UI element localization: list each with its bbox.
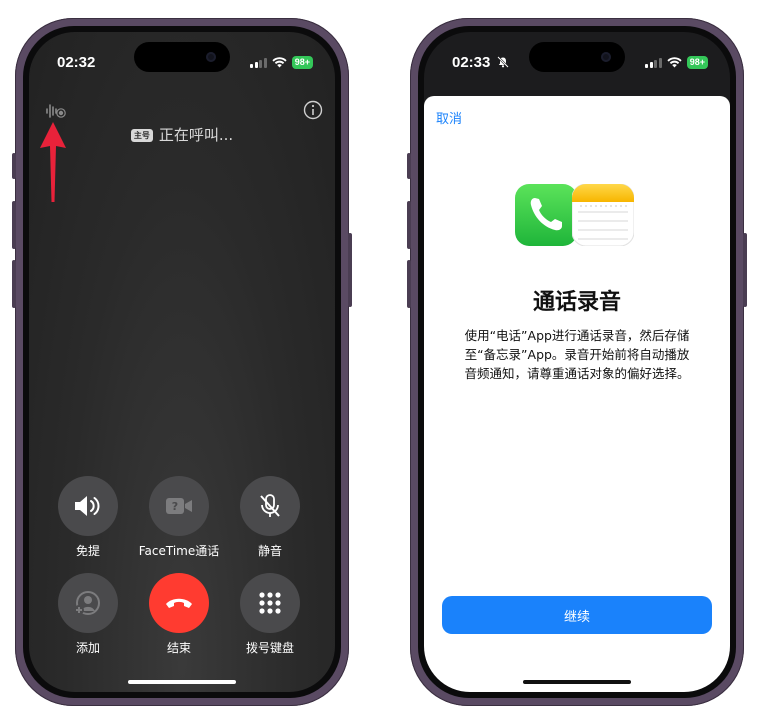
facetime-button[interactable]: ?	[149, 476, 209, 536]
power-button	[348, 233, 352, 307]
keypad-button[interactable]	[240, 573, 300, 633]
phone-right: 02:33 98+ 取消 通话录音 使用“电话”App进行通话录音，然后存储 至…	[407, 18, 747, 706]
add-call-icon	[74, 591, 100, 615]
speaker-icon	[75, 496, 100, 516]
end-call-button[interactable]	[149, 573, 209, 633]
home-indicator[interactable]	[523, 680, 631, 684]
recording-consent-screen: 02:33 98+ 取消 通话录音 使用“电话”App进行通话录音，然后存储 至…	[424, 32, 730, 692]
volume-up-button	[407, 201, 411, 249]
status-time: 02:32	[57, 54, 96, 71]
speaker-label: 免提	[75, 544, 100, 558]
signal-icon	[250, 57, 267, 68]
status-bar: 02:32 98+	[29, 54, 335, 74]
recording-waveform-icon[interactable]	[45, 102, 67, 120]
mute-button[interactable]	[240, 476, 300, 536]
end-call-icon	[166, 598, 192, 608]
end-call-label: 结束	[166, 641, 191, 655]
phone-left: 02:32 98+ 主号 正在呼叫... 免提 ? FaceTime通话 静音 …	[12, 18, 352, 706]
calling-text: 正在呼叫...	[158, 126, 234, 144]
wifi-icon	[272, 57, 287, 68]
volume-up-button	[12, 201, 16, 249]
power-button	[743, 233, 747, 307]
caller-status: 主号 正在呼叫...	[29, 124, 335, 145]
battery-indicator: 98+	[291, 56, 313, 69]
status-bar: 02:33 98+	[424, 54, 730, 74]
home-indicator[interactable]	[128, 680, 236, 684]
app-icons	[424, 184, 730, 248]
keypad-icon	[259, 592, 281, 614]
phone-app-icon	[515, 184, 577, 246]
battery-indicator: 98+	[686, 56, 708, 69]
volume-down-button	[12, 260, 16, 308]
sheet-title: 通话录音	[532, 290, 621, 315]
info-icon[interactable]	[303, 100, 323, 120]
description-line-2: 至“备忘录”App。录音开始前将自动播放	[464, 347, 690, 362]
consent-sheet: 取消 通话录音 使用“电话”App进行通话录音，然后存储 至“备忘录”App。录…	[424, 96, 730, 692]
cancel-button[interactable]: 取消	[436, 108, 462, 127]
action-button	[407, 153, 411, 179]
status-time: 02:33	[452, 54, 509, 71]
sheet-description: 使用“电话”App进行通话录音，然后存储 至“备忘录”App。录音开始前将自动播…	[452, 326, 702, 383]
mute-icon	[260, 494, 280, 517]
add-call-label: 添加	[75, 641, 100, 655]
status-time-text: 02:33	[452, 54, 491, 71]
continue-button[interactable]: 继续	[442, 596, 712, 634]
volume-down-button	[407, 260, 411, 308]
description-line-3: 音频通知，请尊重通话对象的偏好选择。	[464, 366, 690, 381]
speaker-button[interactable]	[58, 476, 118, 536]
action-button	[12, 153, 16, 179]
mute-label: 静音	[257, 544, 282, 558]
sim-badge: 主号	[130, 129, 153, 142]
svg-text:?: ?	[172, 500, 178, 513]
silent-bell-icon	[496, 56, 509, 68]
keypad-label: 拨号键盘	[245, 641, 294, 655]
description-line-1: 使用“电话”App进行通话录音，然后存储	[464, 328, 690, 343]
signal-icon	[645, 57, 662, 68]
facetime-icon: ?	[166, 498, 192, 514]
add-call-button[interactable]	[58, 573, 118, 633]
call-screen: 02:32 98+ 主号 正在呼叫... 免提 ? FaceTime通话 静音 …	[29, 32, 335, 692]
facetime-label: FaceTime通话	[138, 544, 220, 558]
wifi-icon	[667, 57, 682, 68]
notes-app-icon	[572, 184, 634, 246]
